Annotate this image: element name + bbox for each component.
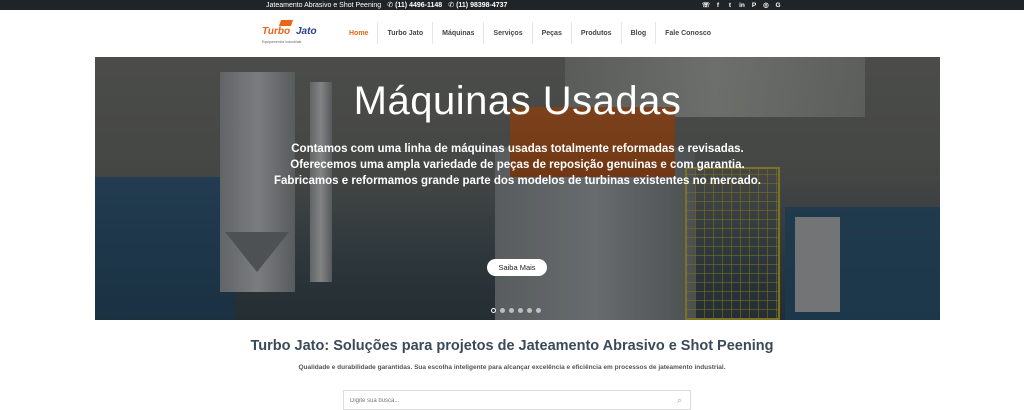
facebook-icon[interactable]: f: [712, 2, 724, 9]
hero-description: Contamos com uma linha de máquinas usada…: [274, 143, 761, 187]
slider-dot-5[interactable]: [527, 308, 532, 313]
phone-link-2[interactable]: (11) 98398-4737: [456, 2, 507, 9]
logo-tagline: Equipamentos Industriais: [262, 40, 302, 44]
saiba-mais-button[interactable]: Saiba Mais: [487, 259, 547, 276]
slider-dot-6[interactable]: [536, 308, 541, 313]
nav-item-home[interactable]: Home: [340, 22, 379, 44]
logo-text-turbo: Turbo: [262, 26, 291, 37]
nav-item-blog[interactable]: Blog: [622, 22, 657, 44]
search-box: ⌕: [343, 390, 691, 410]
hero-slider: Máquinas Usadas Contamos com uma linha d…: [95, 57, 940, 320]
nav-item-turbo-jato[interactable]: Turbo Jato: [378, 22, 434, 44]
nav-item-produtos[interactable]: Produtos: [572, 22, 622, 44]
instagram-icon[interactable]: ◎: [760, 1, 772, 9]
twitter-icon[interactable]: t: [724, 2, 736, 9]
top-bar: Jateamento Abrasivo e Shot Peening ✆ (11…: [0, 0, 1024, 10]
social-links: ☏ f t in P ◎ G: [700, 0, 784, 10]
phone-icon: ✆: [448, 2, 455, 9]
nav-item-maquinas[interactable]: Máquinas: [433, 22, 485, 44]
nav-item-fale-conosco[interactable]: Fale Conosco: [656, 22, 720, 44]
logo[interactable]: Turbo Jato Equipamentos Industriais: [262, 20, 326, 52]
slider-dot-2[interactable]: [500, 308, 505, 313]
page-subline: Qualidade e durabilidade garantidas. Sua…: [298, 364, 726, 371]
slider-dot-3[interactable]: [509, 308, 514, 313]
logo-text-jato: Jato: [296, 26, 317, 37]
search-input[interactable]: [350, 395, 660, 407]
nav-item-pecas[interactable]: Peças: [533, 22, 572, 44]
search-icon[interactable]: ⌕: [677, 395, 682, 406]
page-headline: Turbo Jato: Soluções para projetos de Ja…: [250, 338, 774, 354]
hero-title: Máquinas Usadas: [353, 79, 682, 123]
phone-link-1[interactable]: (11) 4496-1148: [395, 2, 442, 9]
tagline: Jateamento Abrasivo e Shot Peening: [266, 1, 382, 9]
slider-dot-1[interactable]: [491, 308, 496, 313]
slider-dots: [491, 308, 545, 313]
whatsapp-icon[interactable]: ☏: [700, 1, 712, 9]
nav-item-servicos[interactable]: Serviços: [484, 22, 533, 44]
slider-dot-4[interactable]: [518, 308, 523, 313]
pinterest-icon[interactable]: P: [748, 2, 760, 9]
contact-info: Jateamento Abrasivo e Shot Peening ✆ (11…: [266, 0, 513, 10]
main-nav: Home Turbo Jato Máquinas Serviços Peças …: [340, 10, 720, 56]
linkedin-icon[interactable]: in: [736, 2, 748, 9]
phone-icon: ✆: [387, 2, 394, 9]
google-icon[interactable]: G: [772, 2, 784, 9]
